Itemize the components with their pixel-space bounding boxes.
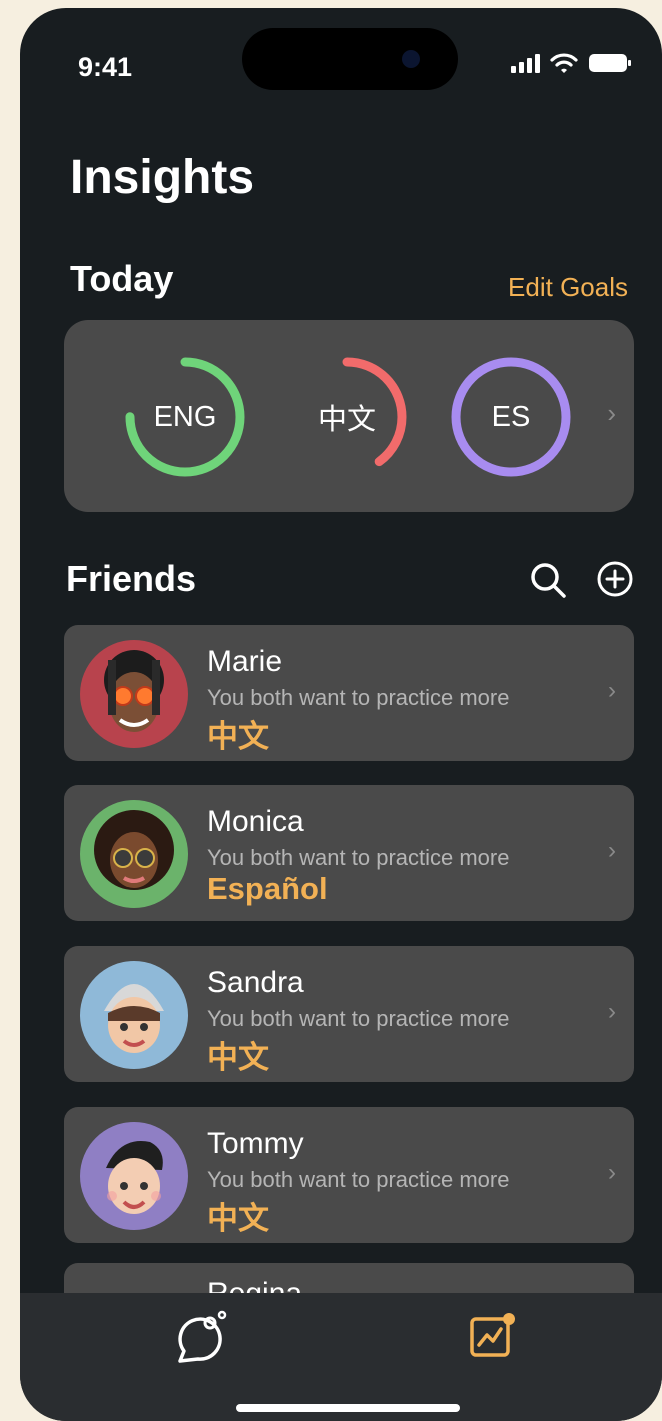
cellular-signal-icon [511, 54, 540, 73]
page-title: Insights [70, 151, 255, 204]
today-goals-card[interactable]: ENG 中文 ES › [64, 320, 634, 512]
friend-name: Sandra [207, 966, 304, 999]
goal-label: 中文 [317, 404, 376, 436]
tab-bar [20, 1293, 662, 1421]
memoji-avatar-icon [80, 961, 188, 1069]
avatar [80, 961, 188, 1069]
friend-language: 中文 [207, 1201, 269, 1236]
avatar [80, 800, 188, 908]
friend-name: Tommy [207, 1127, 304, 1160]
friend-card-tommy[interactable]: Tommy You both want to practice more 中文 … [64, 1107, 634, 1243]
phone-screen: 9:41 Insights Today Edit Goals ENG 中文 ES… [20, 8, 662, 1421]
friend-card-marie[interactable]: Marie You both want to practice more 中文 … [64, 625, 634, 761]
friend-name: Marie [207, 645, 283, 678]
battery-icon [589, 54, 631, 72]
memoji-avatar-icon [80, 640, 188, 748]
memoji-avatar-icon [80, 1122, 188, 1230]
friends-section-title: Friends [66, 558, 197, 599]
status-icons [510, 52, 632, 74]
friend-card-monica[interactable]: Monica You both want to practice more Es… [64, 785, 634, 921]
friend-language: 中文 [207, 1040, 269, 1075]
chat-bubbles-icon[interactable] [170, 1307, 230, 1363]
camera-icon [402, 50, 420, 68]
status-time: 9:41 [78, 52, 133, 82]
friends-actions [528, 560, 634, 600]
dynamic-island [242, 28, 458, 90]
avatar [80, 640, 188, 748]
friend-name: Monica [207, 805, 304, 838]
chevron-right-icon: › [608, 837, 616, 864]
friend-subtitle: You both want to practice more [207, 1167, 510, 1192]
friend-subtitle: You both want to practice more [207, 845, 510, 870]
add-friend-icon[interactable] [596, 560, 634, 598]
friend-language: Español [207, 871, 328, 906]
home-indicator [236, 1404, 460, 1412]
goal-ring-eng[interactable]: ENG [124, 356, 246, 478]
chevron-right-icon[interactable]: › [607, 398, 616, 429]
edit-goals-link[interactable]: Edit Goals [508, 272, 628, 303]
insights-chart-icon[interactable] [468, 1311, 518, 1361]
wifi-icon [550, 53, 578, 73]
friend-subtitle: You both want to practice more [207, 685, 510, 710]
goal-ring-zh[interactable]: 中文 [286, 356, 408, 478]
status-bar: 9:41 [20, 8, 662, 118]
memoji-avatar-icon [80, 800, 188, 908]
chevron-right-icon: › [608, 998, 616, 1025]
goal-ring-es[interactable]: ES [450, 356, 572, 478]
chevron-right-icon: › [608, 677, 616, 704]
avatar [80, 1122, 188, 1230]
friend-subtitle: You both want to practice more [207, 1006, 510, 1031]
friend-card-sandra[interactable]: Sandra You both want to practice more 中文… [64, 946, 634, 1082]
goal-label: ES [491, 400, 531, 433]
search-icon[interactable] [528, 560, 568, 600]
today-section-title: Today [70, 258, 174, 299]
goal-label: ENG [153, 400, 217, 433]
friend-language: 中文 [207, 719, 269, 754]
chevron-right-icon: › [608, 1159, 616, 1186]
